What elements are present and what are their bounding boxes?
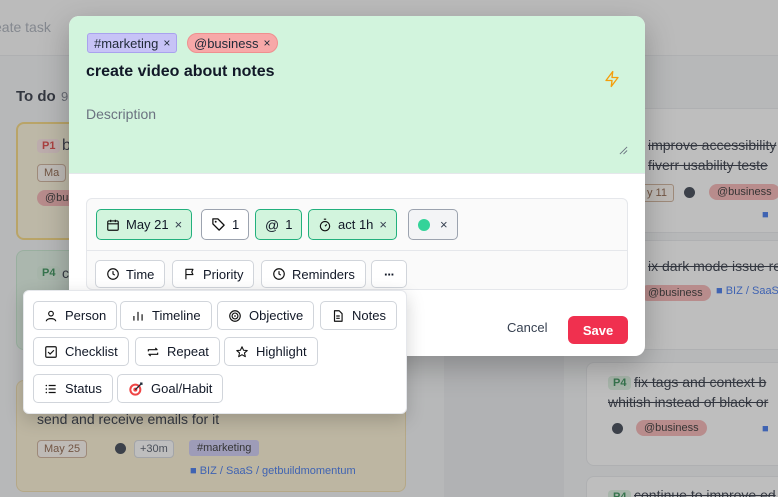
priority-label: Priority — [203, 266, 244, 282]
document-icon — [333, 309, 343, 322]
color-pill[interactable]: × — [408, 209, 458, 240]
remove-date-icon[interactable]: × — [175, 217, 183, 232]
menu-item-objective[interactable]: Objective — [217, 301, 315, 330]
task-title-input[interactable]: create video about notes — [86, 63, 275, 81]
tag-business[interactable]: @business × — [187, 33, 278, 53]
menu-item-goal-habit[interactable]: Goal/Habit — [117, 374, 224, 403]
menu-item-person[interactable]: Person — [33, 301, 118, 330]
cancel-button[interactable]: Cancel — [507, 320, 547, 335]
list-icon — [45, 384, 56, 393]
actual-time-pill[interactable]: act 1h × — [308, 209, 398, 240]
menu-item-status[interactable]: Status — [33, 374, 113, 403]
tag-label: @business — [194, 35, 259, 51]
menu-item-label: Timeline — [152, 308, 201, 323]
stopwatch-icon — [319, 218, 331, 231]
menu-item-repeat[interactable]: Repeat — [135, 337, 220, 366]
lightning-icon[interactable] — [603, 70, 621, 88]
alarm-clock-icon — [273, 268, 285, 280]
menu-item-label: Person — [65, 308, 107, 323]
tag-marketing[interactable]: #marketing × — [87, 33, 178, 53]
tag-icon — [212, 218, 225, 231]
actual-time-value: act 1h — [338, 217, 374, 232]
tag-label: #marketing — [94, 35, 159, 51]
remove-tag-icon[interactable]: × — [264, 36, 271, 50]
color-dot — [418, 218, 430, 231]
more-options-menu: Person Timeline Objective Notes Checklis… — [23, 290, 407, 414]
save-button[interactable]: Save — [568, 316, 628, 344]
menu-item-notes[interactable]: Notes — [320, 301, 397, 330]
time-button[interactable]: Time — [95, 260, 166, 288]
menu-item-label: Notes — [352, 308, 386, 323]
dart-target-icon — [129, 382, 143, 396]
remove-color-icon[interactable]: × — [440, 217, 448, 232]
labels-count: 1 — [232, 217, 240, 232]
reminders-button[interactable]: Reminders — [261, 260, 366, 288]
menu-item-highlight[interactable]: Highlight — [224, 337, 318, 366]
date-value: May 21 — [126, 217, 169, 232]
more-options-button[interactable]: ··· — [371, 260, 407, 288]
contexts-pill[interactable]: @ 1 — [255, 209, 303, 240]
menu-item-label: Checklist — [65, 344, 118, 359]
reminders-label: Reminders — [292, 266, 355, 282]
at-icon: @ — [265, 216, 280, 233]
remove-tag-icon[interactable]: × — [163, 36, 170, 50]
ellipsis-icon: ··· — [384, 266, 395, 282]
time-label: Time — [126, 266, 155, 282]
menu-item-label: Goal/Habit — [151, 381, 213, 396]
priority-button[interactable]: Priority — [172, 260, 255, 288]
menu-item-label: Highlight — [256, 344, 307, 359]
bar-chart-icon — [133, 311, 143, 321]
menu-item-timeline[interactable]: Timeline — [120, 301, 212, 330]
description-input[interactable]: Description — [86, 106, 156, 122]
menu-item-checklist[interactable]: Checklist — [33, 337, 129, 366]
star-icon — [236, 345, 248, 357]
menu-item-label: Repeat — [167, 344, 209, 359]
checkbox-icon — [45, 345, 57, 358]
target-icon — [229, 309, 241, 322]
flag-icon — [185, 268, 194, 280]
date-pill[interactable]: May 21 × — [96, 209, 193, 240]
task-attributes: May 21 × 1 @ 1 act 1h × × Time Priority … — [86, 198, 628, 290]
person-icon — [45, 310, 57, 321]
contexts-count: 1 — [285, 217, 293, 232]
clock-icon — [107, 268, 119, 280]
remove-actual-icon[interactable]: × — [379, 217, 387, 232]
resize-handle-icon[interactable] — [619, 146, 628, 155]
menu-item-label: Status — [65, 381, 102, 396]
divider — [87, 250, 627, 251]
labels-pill[interactable]: 1 — [201, 209, 250, 240]
repeat-icon — [147, 347, 159, 356]
calendar-icon — [107, 219, 119, 231]
menu-item-label: Objective — [249, 308, 304, 323]
